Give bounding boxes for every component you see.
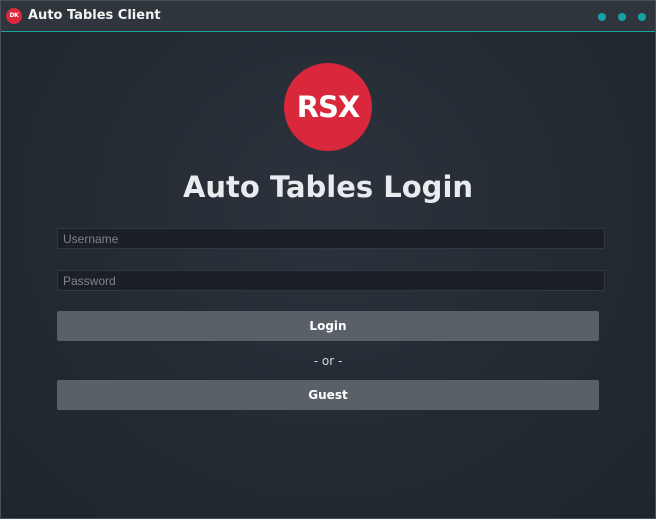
guest-button[interactable]: Guest [57,380,599,410]
title-bar[interactable]: DK Auto Tables Client [1,1,655,32]
minimize-icon[interactable] [598,13,606,21]
or-separator: - or - [313,354,343,368]
page-title: Auto Tables Login [182,170,474,204]
window-title: Auto Tables Client [28,8,161,23]
app-window: DK Auto Tables Client RSX Auto Tables Lo… [0,0,656,519]
close-icon[interactable] [638,13,646,21]
maximize-icon[interactable] [618,13,626,21]
login-button[interactable]: Login [57,311,599,341]
password-input[interactable] [57,270,605,291]
app-icon: DK [6,8,22,24]
username-input[interactable] [57,228,605,249]
rsx-logo: RSX [284,63,372,151]
